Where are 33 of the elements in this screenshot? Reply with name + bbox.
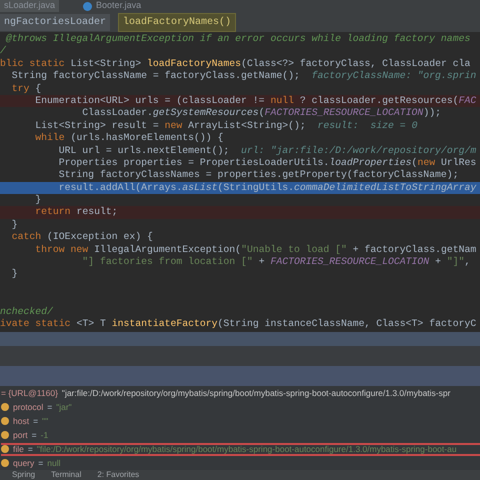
code-line: URL url = urls.nextElement(); url: "jar:file:/D:/work/repository/org/m [58, 144, 478, 157]
code-line: ivate static <T> T instantiateFactory(String instanceClassName, Class<T> factoryC [0, 318, 478, 330]
breadcrumb-item[interactable]: ngFactoriesLoader [0, 14, 110, 30]
editor-tab[interactable]: sLoader.java [0, 0, 60, 12]
code-line: } [10, 218, 19, 232]
editor-tab[interactable]: Booter.java [79, 0, 146, 12]
code-line: } [34, 194, 42, 206]
code-line: List<String> result = new ArrayList<String>(); result: size = 0 [34, 120, 418, 132]
code-line: while (urls.hasMoreElements()) { [34, 132, 224, 145]
code-line: / [0, 45, 7, 58]
code-line: catch (IOException ex) { [10, 231, 154, 244]
code-line: blic static List<String> loadFactoryNames(Class<?> factoryClass, ClassLoader cla [0, 58, 472, 70]
code-line: ClassLoader.getSystemResources(FACTORIES_RESOURCE_LOCATION)); [81, 107, 442, 120]
variable-row[interactable]: host = "" [1, 414, 480, 428]
variable-row[interactable]: query = null [1, 456, 480, 470]
variable-row[interactable]: port = -1 [1, 428, 480, 442]
tool-window-button[interactable]: Terminal [51, 470, 82, 480]
code-line: throw new IllegalArgumentException("Unable to load [" + factoryClass.getNam [34, 244, 478, 256]
code-line: nchecked/ [0, 306, 54, 318]
code-line: String factoryClassNames = properties.getProperty(factoryClassName); [58, 169, 460, 182]
code-line: String factoryClassName = factoryClass.getName(); factoryClassName: "org.sprin [10, 70, 478, 83]
variable-row[interactable]: = {URL@1160} "jar:file:/D:/work/repository/org/mybatis/spring/boot/mybatis-spring-boot-autoconfigure/1.3.0/mybatis-spr [1, 386, 480, 400]
code-line: } [10, 268, 19, 281]
code-line: try { [10, 82, 42, 95]
variable-row[interactable]: file = "file:/D:/work/repository/org/mybatis/spring/boot/mybatis-spring-boot-autoconfigure/1.3.0/mybatis-spring-boot-au [1, 442, 480, 456]
tool-window-button[interactable]: Spring [12, 470, 36, 480]
code-line: Properties properties = PropertiesLoaderUtils.loadProperties(new UrlRes [58, 156, 478, 170]
code-line: "] factories from location [" + FACTORIES_RESOURCE_LOCATION + "]", [81, 256, 472, 268]
class-file-icon [83, 2, 92, 10]
tool-window-button[interactable]: 2: Favorites [97, 470, 140, 480]
code-line: @throws IllegalArgumentException if an error occurs while loading factory names [4, 33, 472, 46]
breadcrumb-item[interactable]: loadFactoryNames() [118, 12, 236, 32]
variable-row[interactable]: protocol = "jar" [1, 400, 480, 414]
